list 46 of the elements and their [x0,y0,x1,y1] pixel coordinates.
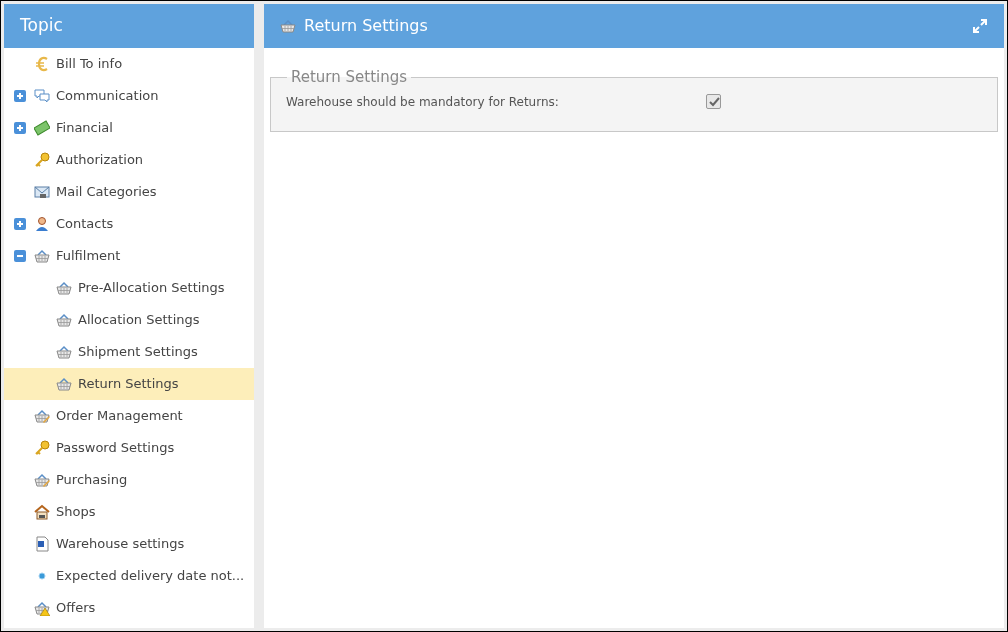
basket-pencil-icon [34,472,50,488]
euro-icon [34,56,50,72]
tree-item[interactable]: Mail Categories [4,176,254,208]
basket-icon [34,248,50,264]
expand-icon[interactable] [14,218,26,230]
tree-item[interactable]: Shops [4,496,254,528]
panel-title: Return Settings [304,15,428,37]
checkbox[interactable] [706,94,721,109]
tree-item[interactable]: Warehouse settings [4,528,254,560]
speech-bubbles-icon [34,88,50,104]
tree-item[interactable]: Shipment Settings [4,336,254,368]
collapse-icon[interactable] [14,250,26,262]
expand-icon[interactable] [14,90,26,102]
key-icon [34,152,50,168]
house-icon [34,504,50,520]
tree-item[interactable]: Expected delivery date not... [4,560,254,592]
basket-icon [280,18,296,34]
basket-icon [56,312,72,328]
tree-item[interactable]: Offers [4,592,254,624]
tree-item[interactable]: Order Management [4,400,254,432]
basket-icon [56,280,72,296]
field-label: Warehouse should be mandatory for Returns: [286,93,560,111]
basket-icon [56,376,72,392]
tree-item[interactable]: Allocation Settings [4,304,254,336]
tree-item[interactable]: Pre-Allocation Settings [4,272,254,304]
tree-item[interactable]: Communication [4,80,254,112]
envelope-icon [34,184,50,200]
tree-item[interactable]: Password Settings [4,432,254,464]
tree-item[interactable]: Fulfilment [4,240,254,272]
person-icon [34,216,50,232]
document-icon [34,536,50,552]
tree-item[interactable]: Bill To info [4,48,254,80]
basket-warning-icon [34,600,50,616]
tree-item[interactable]: Authorization [4,144,254,176]
banknote-icon [34,120,50,136]
tree-item[interactable]: Purchasing [4,464,254,496]
expand-icon[interactable] [14,122,26,134]
tree-item[interactable]: Return Settings [4,368,254,400]
basket-icon [56,344,72,360]
maximize-icon[interactable] [972,18,988,34]
panel-title: Topic [20,14,63,38]
basket-pencil-icon [34,408,50,424]
key-icon [34,440,50,456]
tree-item[interactable]: Financial [4,112,254,144]
tree-item[interactable]: Contacts [4,208,254,240]
group-legend: Return Settings [287,66,412,89]
